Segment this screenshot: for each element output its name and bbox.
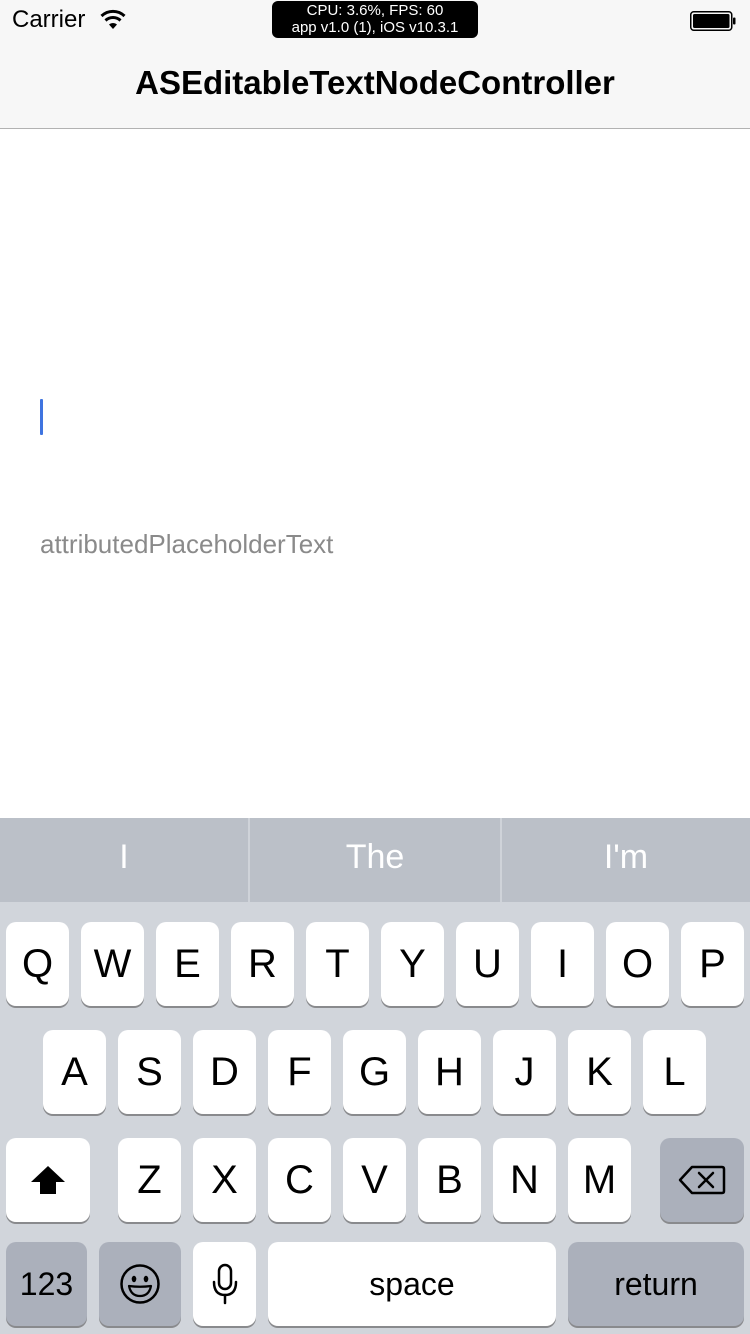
key-u[interactable]: U — [456, 922, 519, 1006]
key-m[interactable]: M — [568, 1138, 631, 1222]
status-bar: Carrier CPU: 3.6%, FPS: 60 app v1.0 (1),… — [0, 0, 750, 40]
carrier-label: Carrier — [12, 6, 86, 33]
key-o[interactable]: O — [606, 922, 669, 1006]
suggestion-3[interactable]: I'm — [502, 818, 750, 902]
backspace-key[interactable] — [660, 1138, 744, 1222]
key-n[interactable]: N — [493, 1138, 556, 1222]
editable-text-field[interactable] — [40, 395, 710, 439]
wifi-icon — [100, 9, 126, 29]
page-title: ASEditableTextNodeController — [135, 64, 615, 101]
suggestion-1[interactable]: I — [0, 818, 248, 902]
key-i[interactable]: I — [531, 922, 594, 1006]
key-a[interactable]: A — [43, 1030, 106, 1114]
key-w[interactable]: W — [81, 922, 144, 1006]
key-f[interactable]: F — [268, 1030, 331, 1114]
battery-icon — [690, 11, 736, 31]
key-q[interactable]: Q — [6, 922, 69, 1006]
text-caret — [40, 399, 43, 435]
microphone-icon — [212, 1263, 237, 1305]
emoji-key[interactable] — [99, 1242, 181, 1326]
key-k[interactable]: K — [568, 1030, 631, 1114]
performance-monitor: CPU: 3.6%, FPS: 60 app v1.0 (1), iOS v10… — [272, 1, 478, 38]
key-c[interactable]: C — [268, 1138, 331, 1222]
key-b[interactable]: B — [418, 1138, 481, 1222]
backspace-icon — [678, 1165, 726, 1195]
shift-key[interactable] — [6, 1138, 90, 1222]
key-p[interactable]: P — [681, 922, 744, 1006]
predictive-bar: I The I'm — [0, 818, 750, 902]
navigation-bar: ASEditableTextNodeController — [0, 40, 750, 129]
key-z[interactable]: Z — [118, 1138, 181, 1222]
key-y[interactable]: Y — [381, 922, 444, 1006]
key-s[interactable]: S — [118, 1030, 181, 1114]
key-d[interactable]: D — [193, 1030, 256, 1114]
return-key[interactable]: return — [568, 1242, 744, 1326]
emoji-icon — [120, 1264, 160, 1304]
key-e[interactable]: E — [156, 922, 219, 1006]
dictation-key[interactable] — [193, 1242, 256, 1326]
key-l[interactable]: L — [643, 1030, 706, 1114]
keyboard: I The I'm Q W E R T Y U I O P A S D F G … — [0, 818, 750, 1334]
space-key[interactable]: space — [268, 1242, 556, 1326]
key-x[interactable]: X — [193, 1138, 256, 1222]
key-v[interactable]: V — [343, 1138, 406, 1222]
numbers-key[interactable]: 123 — [6, 1242, 87, 1326]
key-j[interactable]: J — [493, 1030, 556, 1114]
key-g[interactable]: G — [343, 1030, 406, 1114]
key-r[interactable]: R — [231, 922, 294, 1006]
perf-stats: CPU: 3.6%, FPS: 60 — [306, 2, 444, 19]
placeholder-text: attributedPlaceholderText — [40, 529, 334, 559]
app-version: app v1.0 (1), iOS v10.3.1 — [291, 19, 459, 36]
suggestion-2[interactable]: The — [250, 818, 500, 902]
key-h[interactable]: H — [418, 1030, 481, 1114]
key-t[interactable]: T — [306, 922, 369, 1006]
shift-icon — [31, 1166, 65, 1194]
